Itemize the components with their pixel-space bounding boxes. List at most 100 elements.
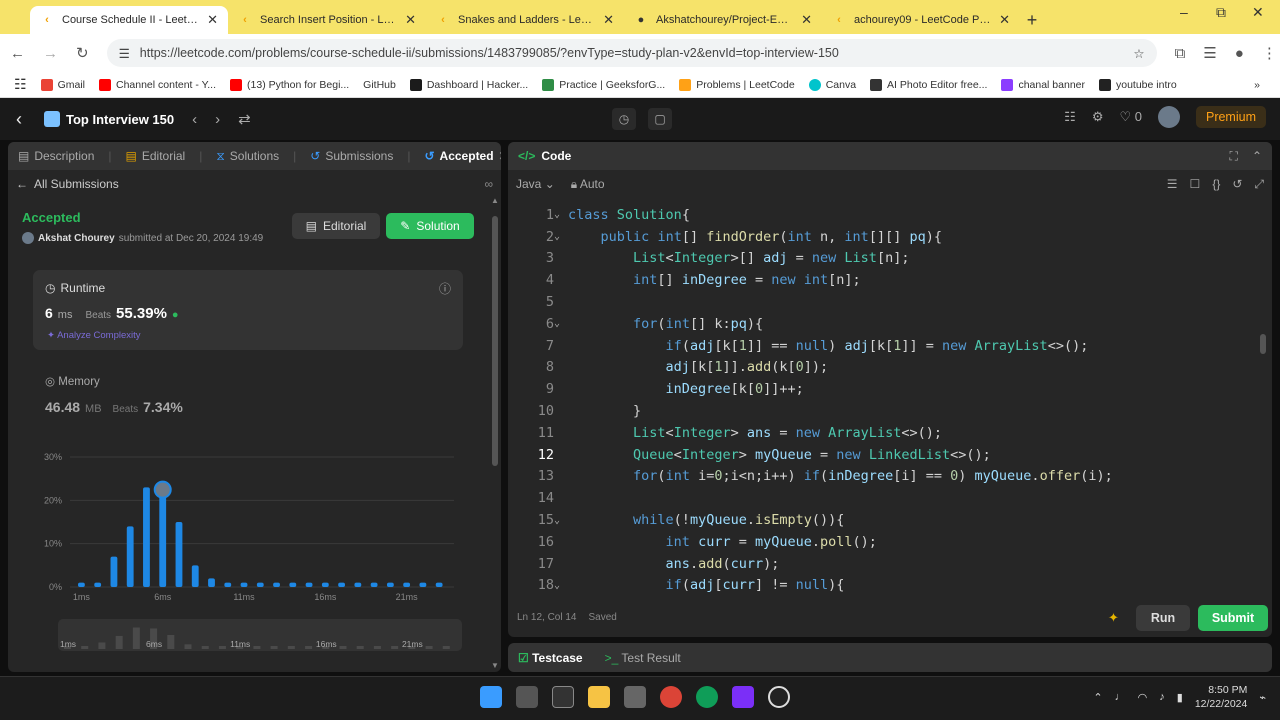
profile-avatar[interactable]: ●	[1235, 45, 1244, 62]
runtime-distribution-chart[interactable]: 30% 20% 10% 0% 1ms 6ms 11ms 16ms 21ms 1ms 6ms 11ms 1…	[34, 447, 464, 657]
fold-chevron-icon[interactable]: ⌄	[554, 231, 568, 242]
chart-bar[interactable]	[435, 582, 443, 587]
tab-solutions[interactable]: ⧖ Solutions	[216, 149, 279, 164]
chart-bar[interactable]	[338, 582, 346, 587]
study-plan-link[interactable]: Top Interview 150	[44, 111, 174, 127]
terminal-app-icon[interactable]	[552, 686, 574, 708]
bookmark-ai-photo[interactable]: AI Photo Editor free...	[870, 78, 987, 91]
bookmark-github[interactable]: GitHub	[363, 79, 396, 91]
chart-bar[interactable]	[208, 578, 215, 587]
chart-bar[interactable]	[175, 522, 183, 587]
bookmark-leetcode[interactable]: Problems | LeetCode	[679, 78, 795, 91]
close-tab-icon[interactable]: ✕	[207, 12, 218, 28]
browser-tab[interactable]: ‹ Snakes and Ladders - LeetCode ✕	[426, 6, 624, 34]
close-tab-icon[interactable]: ✕	[405, 12, 416, 28]
code-line[interactable]: 15 ⌄ while(!myQueue.isEmpty()){	[508, 509, 845, 531]
chart-bar[interactable]	[240, 582, 248, 587]
minimize-icon[interactable]: –	[1180, 4, 1188, 20]
settings-gear-icon[interactable]: ⚙	[1092, 109, 1104, 125]
chart-bar[interactable]	[94, 582, 102, 587]
user-avatar-marker[interactable]	[153, 480, 172, 499]
analyze-complexity-link[interactable]: ✦ Analyze Complexity	[47, 330, 141, 341]
left-scrollbar[interactable]: ▲ ▼	[491, 196, 499, 670]
clock[interactable]: 8:50 PM 12/22/2024	[1195, 683, 1248, 711]
bookmark-python[interactable]: (13) Python for Begi...	[230, 78, 349, 91]
intellij-icon[interactable]	[732, 686, 754, 708]
tray-chevron-icon[interactable]: ⌃	[1093, 691, 1102, 704]
new-tab-button[interactable]: +	[1020, 6, 1044, 34]
code-line[interactable]: 7 if(adj[k[1]] == null) adj[k[1]] = new …	[508, 335, 1088, 357]
chart-bar[interactable]	[386, 582, 394, 587]
browser-tab[interactable]: ‹ Course Schedule II - LeetCode ✕	[30, 6, 228, 34]
streak-counter[interactable]: ♡ 0	[1119, 109, 1142, 125]
run-button[interactable]: Run	[1136, 605, 1190, 631]
code-line[interactable]: 18 ⌄ if(adj[curr] != null){	[508, 575, 845, 597]
all-submissions-link[interactable]: ← All Submissions ∞	[8, 170, 501, 198]
chart-bar[interactable]	[289, 582, 297, 587]
close-tab-icon[interactable]: ✕	[999, 12, 1010, 28]
wifi-icon[interactable]: ◠	[1138, 691, 1148, 704]
scroll-up-icon[interactable]: ▲	[491, 196, 499, 205]
editorial-button[interactable]: ▤ Editorial	[292, 213, 380, 239]
info-icon[interactable]: ⓘ	[439, 280, 451, 297]
code-line[interactable]: 1 ⌄ class Solution{	[508, 204, 690, 226]
reload-icon[interactable]: ↻	[76, 44, 89, 62]
chart-bar[interactable]	[305, 582, 313, 587]
back-arrow-icon[interactable]: ←	[10, 45, 25, 62]
tab-submissions[interactable]: ↺ Submissions	[310, 149, 393, 163]
bookmark-icon[interactable]: ☐	[1190, 177, 1201, 192]
expand-icon[interactable]: ⤢	[1254, 177, 1264, 192]
collapse-icon[interactable]: ⌃	[1252, 149, 1262, 164]
reading-list-icon[interactable]: ☰	[1203, 44, 1216, 62]
code-line[interactable]: 3 List<Integer>[] adj = new List[n];	[508, 248, 910, 270]
chart-bar[interactable]	[78, 582, 85, 587]
chart-bar[interactable]	[403, 582, 411, 587]
fold-chevron-icon[interactable]: ⌄	[554, 318, 568, 329]
site-info-icon[interactable]: ☰	[119, 46, 130, 61]
tab-test-result[interactable]: >_ Test Result	[605, 651, 681, 665]
close-window-icon[interactable]: ✕	[1252, 4, 1264, 21]
volume-icon[interactable]: ♪	[1159, 691, 1165, 703]
code-line[interactable]: 11 List<Integer> ans = new ArrayList<>()…	[508, 422, 942, 444]
code-line[interactable]: 17 ans.add(curr);	[508, 553, 780, 575]
bookmark-geeksforgeeks[interactable]: Practice | GeeksforG...	[542, 78, 665, 91]
scroll-thumb[interactable]	[1260, 334, 1266, 354]
more-bookmarks-icon[interactable]: »	[1254, 79, 1260, 91]
chart-bar[interactable]	[191, 565, 199, 587]
bookmark-chanal-banner[interactable]: chanal banner	[1001, 78, 1085, 91]
chrome-icon[interactable]	[660, 686, 682, 708]
microphone-icon[interactable]: ♩	[1115, 691, 1126, 703]
chart-bar[interactable]	[143, 487, 150, 587]
code-editor[interactable]: 1 ⌄ class Solution{2 ⌄ public int[] findOrd…	[508, 204, 1268, 594]
premium-button[interactable]: Premium	[1195, 106, 1266, 128]
extensions-icon[interactable]: ⧉	[1175, 45, 1186, 62]
scroll-down-icon[interactable]: ▼	[491, 661, 499, 670]
fold-chevron-icon[interactable]: ⌄	[554, 209, 568, 220]
close-tab-icon[interactable]: ✕	[603, 12, 614, 28]
lightbulb-icon[interactable]: ✦	[1108, 610, 1119, 626]
close-tab-icon[interactable]: ✕	[801, 12, 812, 28]
menu-dots-icon[interactable]: ⋮	[1262, 44, 1277, 62]
chart-bar[interactable]	[354, 582, 362, 587]
chart-bar[interactable]	[370, 582, 378, 587]
user-avatar[interactable]	[1157, 106, 1180, 128]
timer-icon[interactable]: ◷	[612, 108, 636, 130]
next-problem-icon[interactable]: ›	[215, 111, 220, 128]
tab-description[interactable]: ▤ Description	[18, 149, 94, 163]
tab-accepted[interactable]: ↺ Accepted ✕	[424, 149, 501, 163]
apps-grid-icon[interactable]: ☷	[14, 76, 27, 93]
code-line[interactable]: 16 int curr = myQueue.poll();	[508, 531, 877, 553]
bookmark-star-icon[interactable]: ☆	[1133, 46, 1144, 61]
format-icon[interactable]: ☰	[1167, 177, 1178, 192]
fold-chevron-icon[interactable]: ⌄	[554, 580, 568, 591]
windows-start-icon[interactable]	[480, 686, 502, 708]
auto-mode[interactable]: 🔒︎ Auto	[571, 177, 605, 192]
language-select[interactable]: Java ⌄	[516, 177, 555, 191]
chart-bar[interactable]	[126, 526, 134, 587]
maximize-icon[interactable]: ⧉	[1216, 4, 1226, 21]
browser-tab[interactable]: ‹ Search Insert Position - LeetCode ✕	[228, 6, 426, 34]
runtime-card[interactable]: ◷ Runtime ⓘ 6 ms Beats 55.39% ● ✦ Analyze…	[33, 270, 463, 350]
bookmark-gmail[interactable]: Gmail	[40, 78, 85, 91]
code-line[interactable]: 9 inDegree[k[0]]++;	[508, 378, 804, 400]
file-explorer-icon[interactable]	[588, 686, 610, 708]
